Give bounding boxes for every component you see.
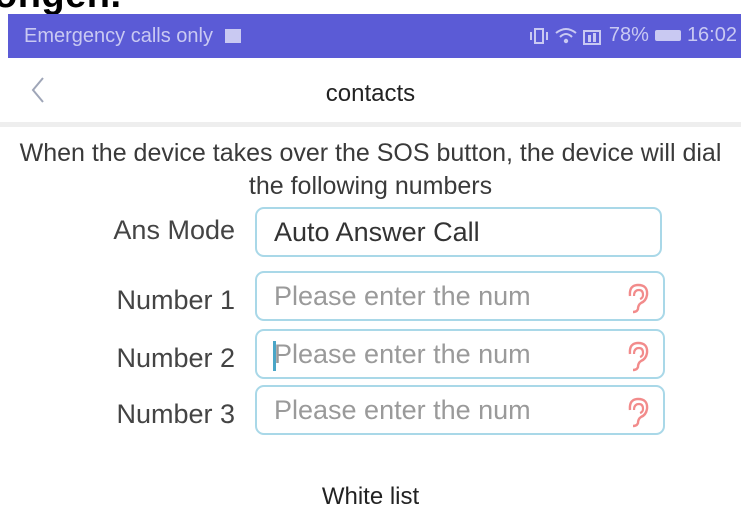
ans-mode-value: Auto Answer Call [274,217,480,247]
number-2-field [255,329,665,379]
battery-icon [654,30,681,41]
number-2-label: Number 2 [116,343,235,373]
wifi-icon [555,27,577,45]
signal-icon [582,27,603,45]
vibrate-icon [529,27,549,45]
number-1-label: Number 1 [116,285,235,315]
white-list-button[interactable]: White list [0,483,741,511]
number-3-label: Number 3 [116,399,235,429]
page-title: contacts [325,80,416,107]
battery-percent: 78% [608,24,649,46]
ans-mode-label: Ans Mode [113,215,235,245]
text-caret [273,341,276,371]
ear-icon[interactable] [621,395,653,429]
sim-icon [224,29,241,43]
carrier-text: Emergency calls only [24,25,213,47]
ans-mode-select[interactable]: Auto Answer Call [255,207,662,257]
number-1-input[interactable] [274,274,594,319]
status-left: Emergency calls only [24,25,241,48]
sos-description: When the device takes over the SOS butto… [19,139,722,200]
number-1-field [255,271,665,321]
header: contacts [0,58,741,124]
ear-icon[interactable] [621,281,653,315]
number-2-input[interactable] [274,332,594,377]
content: When the device takes over the SOS butto… [0,127,741,520]
clock: 16:02 [686,24,737,46]
number-3-field [255,385,665,435]
number-3-input[interactable] [274,388,594,433]
ear-icon[interactable] [621,339,653,373]
status-right: 78% 16:02 [529,24,737,47]
status-bar: Emergency calls only 78% 16:02 [8,14,741,58]
